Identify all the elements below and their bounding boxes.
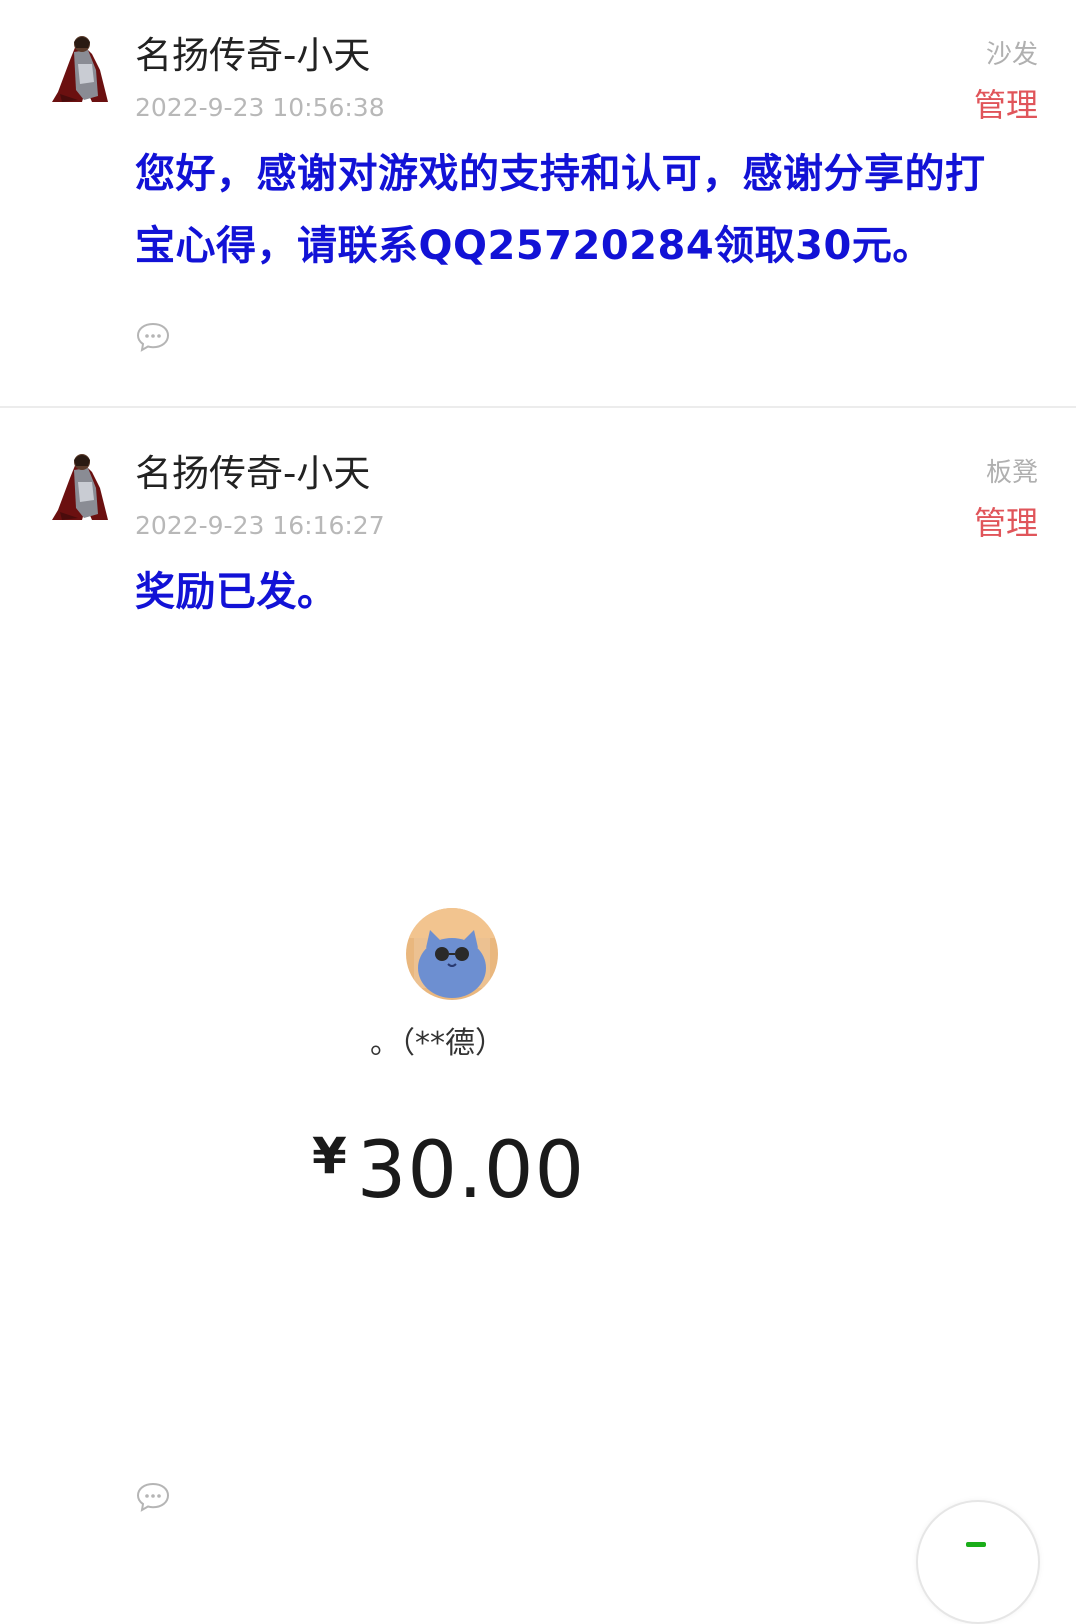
author-avatar[interactable] (48, 448, 114, 524)
post-content: 奖励已发。 (135, 569, 338, 615)
floor-label: 沙发 (985, 40, 1038, 70)
compose-button[interactable] (916, 1500, 1040, 1624)
payer-avatar (406, 908, 498, 1000)
reply-post: 名扬传奇-小天 2022-9-23 10:56:38 沙发 管理 您好，感谢对游… (0, 0, 1076, 406)
manage-button[interactable]: 管理 (974, 86, 1038, 124)
comment-icon[interactable] (136, 1482, 170, 1512)
author-avatar[interactable] (48, 30, 114, 106)
compose-icon (966, 1542, 986, 1547)
payer-name: 。（**德） (370, 1026, 505, 1061)
reply-post: 名扬传奇-小天 2022-9-23 16:16:27 板凳 管理 奖励已发。 。… (0, 408, 1076, 1560)
amount-value: 30.00 (356, 1126, 586, 1216)
payment-amount: ¥30.00 (312, 1126, 585, 1216)
currency-symbol: ¥ (312, 1127, 347, 1185)
post-timestamp: 2022-9-23 16:16:27 (135, 511, 385, 540)
author-name[interactable]: 名扬传奇-小天 (135, 452, 370, 496)
floor-label: 板凳 (985, 458, 1038, 488)
author-name[interactable]: 名扬传奇-小天 (135, 34, 370, 78)
post-content: 您好，感谢对游戏的支持和认可，感谢分享的打宝心得，请联系QQ25720284领取… (135, 151, 986, 269)
post-timestamp: 2022-9-23 10:56:38 (135, 93, 385, 122)
comment-icon[interactable] (136, 322, 170, 352)
manage-button[interactable]: 管理 (974, 504, 1038, 542)
